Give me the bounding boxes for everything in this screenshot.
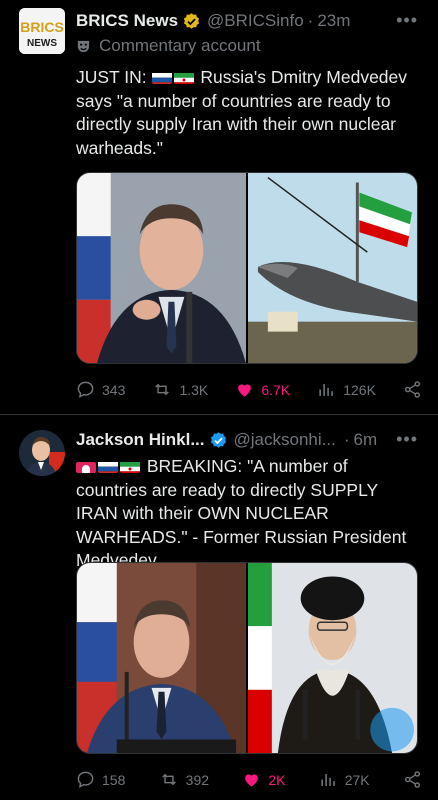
- khamenei-photo[interactable]: [248, 563, 417, 753]
- medvedev-photo[interactable]: [77, 563, 246, 753]
- view-count: 27K: [344, 771, 370, 788]
- post-actions: 158 392 2K 27K: [76, 770, 422, 789]
- reply-icon: [77, 771, 94, 788]
- post-text: BREAKING: "A number of countries are rea…: [76, 455, 421, 573]
- post-header: Jackson Hinkl... @jacksonhi... · 6m: [76, 428, 377, 452]
- like-button[interactable]: 2K: [242, 770, 285, 789]
- siren-icon: [76, 459, 96, 473]
- repost-count: 392: [185, 771, 210, 788]
- share-icon: [404, 771, 420, 788]
- post-jackson-hinkle[interactable]: Jackson Hinkl... @jacksonhi... · 6m ••• …: [0, 0, 438, 788]
- iran-flag-icon: [120, 459, 140, 473]
- views-chart-icon: [321, 773, 335, 786]
- russia-flag-icon: [98, 459, 118, 473]
- more-options-icon[interactable]: •••: [396, 429, 418, 450]
- post-time[interactable]: 6m: [353, 430, 377, 450]
- post-media[interactable]: [76, 562, 418, 754]
- repost-button[interactable]: 392: [159, 770, 209, 789]
- like-count: 2K: [268, 771, 286, 788]
- share-button[interactable]: [403, 770, 422, 789]
- post-prefix: BREAKING:: [146, 456, 243, 476]
- post-divider: [0, 414, 438, 415]
- heart-icon: [245, 774, 259, 787]
- jackson-hinkle-avatar[interactable]: [19, 430, 65, 476]
- reply-button[interactable]: 158: [76, 770, 125, 789]
- author-name[interactable]: Jackson Hinkl...: [76, 430, 205, 450]
- separator-dot: ·: [343, 430, 350, 449]
- views-button[interactable]: 27K: [319, 770, 370, 789]
- author-handle[interactable]: @jacksonhi...: [234, 430, 336, 450]
- verified-blue-icon: [209, 431, 228, 450]
- repost-icon: [161, 773, 176, 786]
- post-body: "A number of countries are ready to dire…: [76, 456, 407, 570]
- reply-count: 158: [102, 771, 126, 788]
